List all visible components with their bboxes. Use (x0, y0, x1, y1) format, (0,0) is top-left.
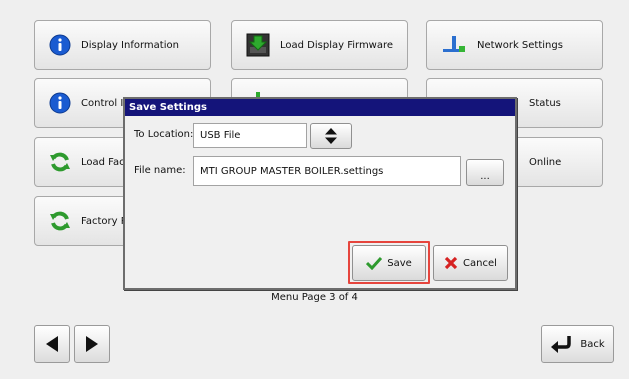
return-arrow-icon (550, 335, 572, 353)
network-settings-label: Network Settings (477, 39, 563, 51)
browse-label: ... (480, 171, 490, 182)
network-icon (441, 34, 467, 56)
filename-value: MTI GROUP MASTER BOILER.settings (200, 165, 384, 177)
download-icon (246, 33, 270, 57)
load-display-firmware-label: Load Display Firmware (280, 39, 394, 51)
back-button[interactable]: Back (541, 325, 614, 363)
location-dropdown-button[interactable] (310, 123, 352, 149)
cancel-label: Cancel (463, 257, 497, 269)
network-settings-button[interactable]: Network Settings (426, 20, 603, 70)
location-value: USB File (200, 130, 241, 141)
display-information-label: Display Information (81, 39, 179, 51)
page-indicator: Menu Page 3 of 4 (271, 292, 358, 303)
factory-reset-label: Factory R (81, 215, 128, 227)
load-display-firmware-button[interactable]: Load Display Firmware (231, 20, 408, 70)
location-field[interactable]: USB File (193, 123, 307, 148)
previous-page-button[interactable] (34, 325, 70, 363)
browse-button[interactable]: ... (466, 159, 504, 186)
display-information-button[interactable]: Display Information (34, 20, 211, 70)
filename-label: File name: (134, 165, 186, 176)
checkmark-icon (366, 256, 383, 270)
location-label: To Location: (134, 129, 194, 140)
cancel-button[interactable]: Cancel (433, 245, 508, 281)
refresh-icon (49, 210, 71, 232)
x-icon (444, 256, 458, 270)
arrow-right-icon (85, 335, 99, 353)
back-label: Back (580, 338, 605, 350)
online-label: Online (529, 156, 562, 168)
load-factory-label: Load Fac (81, 156, 125, 168)
save-button[interactable]: Save (352, 245, 426, 281)
info-icon (49, 92, 71, 114)
save-label: Save (387, 257, 412, 269)
up-down-arrow-icon (325, 128, 337, 144)
info-icon (49, 34, 71, 56)
arrow-left-icon (45, 335, 59, 353)
filename-field[interactable]: MTI GROUP MASTER BOILER.settings (193, 156, 461, 186)
status-label: Status (529, 97, 561, 109)
refresh-icon (49, 151, 71, 173)
next-page-button[interactable] (74, 325, 110, 363)
dialog-title: Save Settings (125, 99, 515, 116)
